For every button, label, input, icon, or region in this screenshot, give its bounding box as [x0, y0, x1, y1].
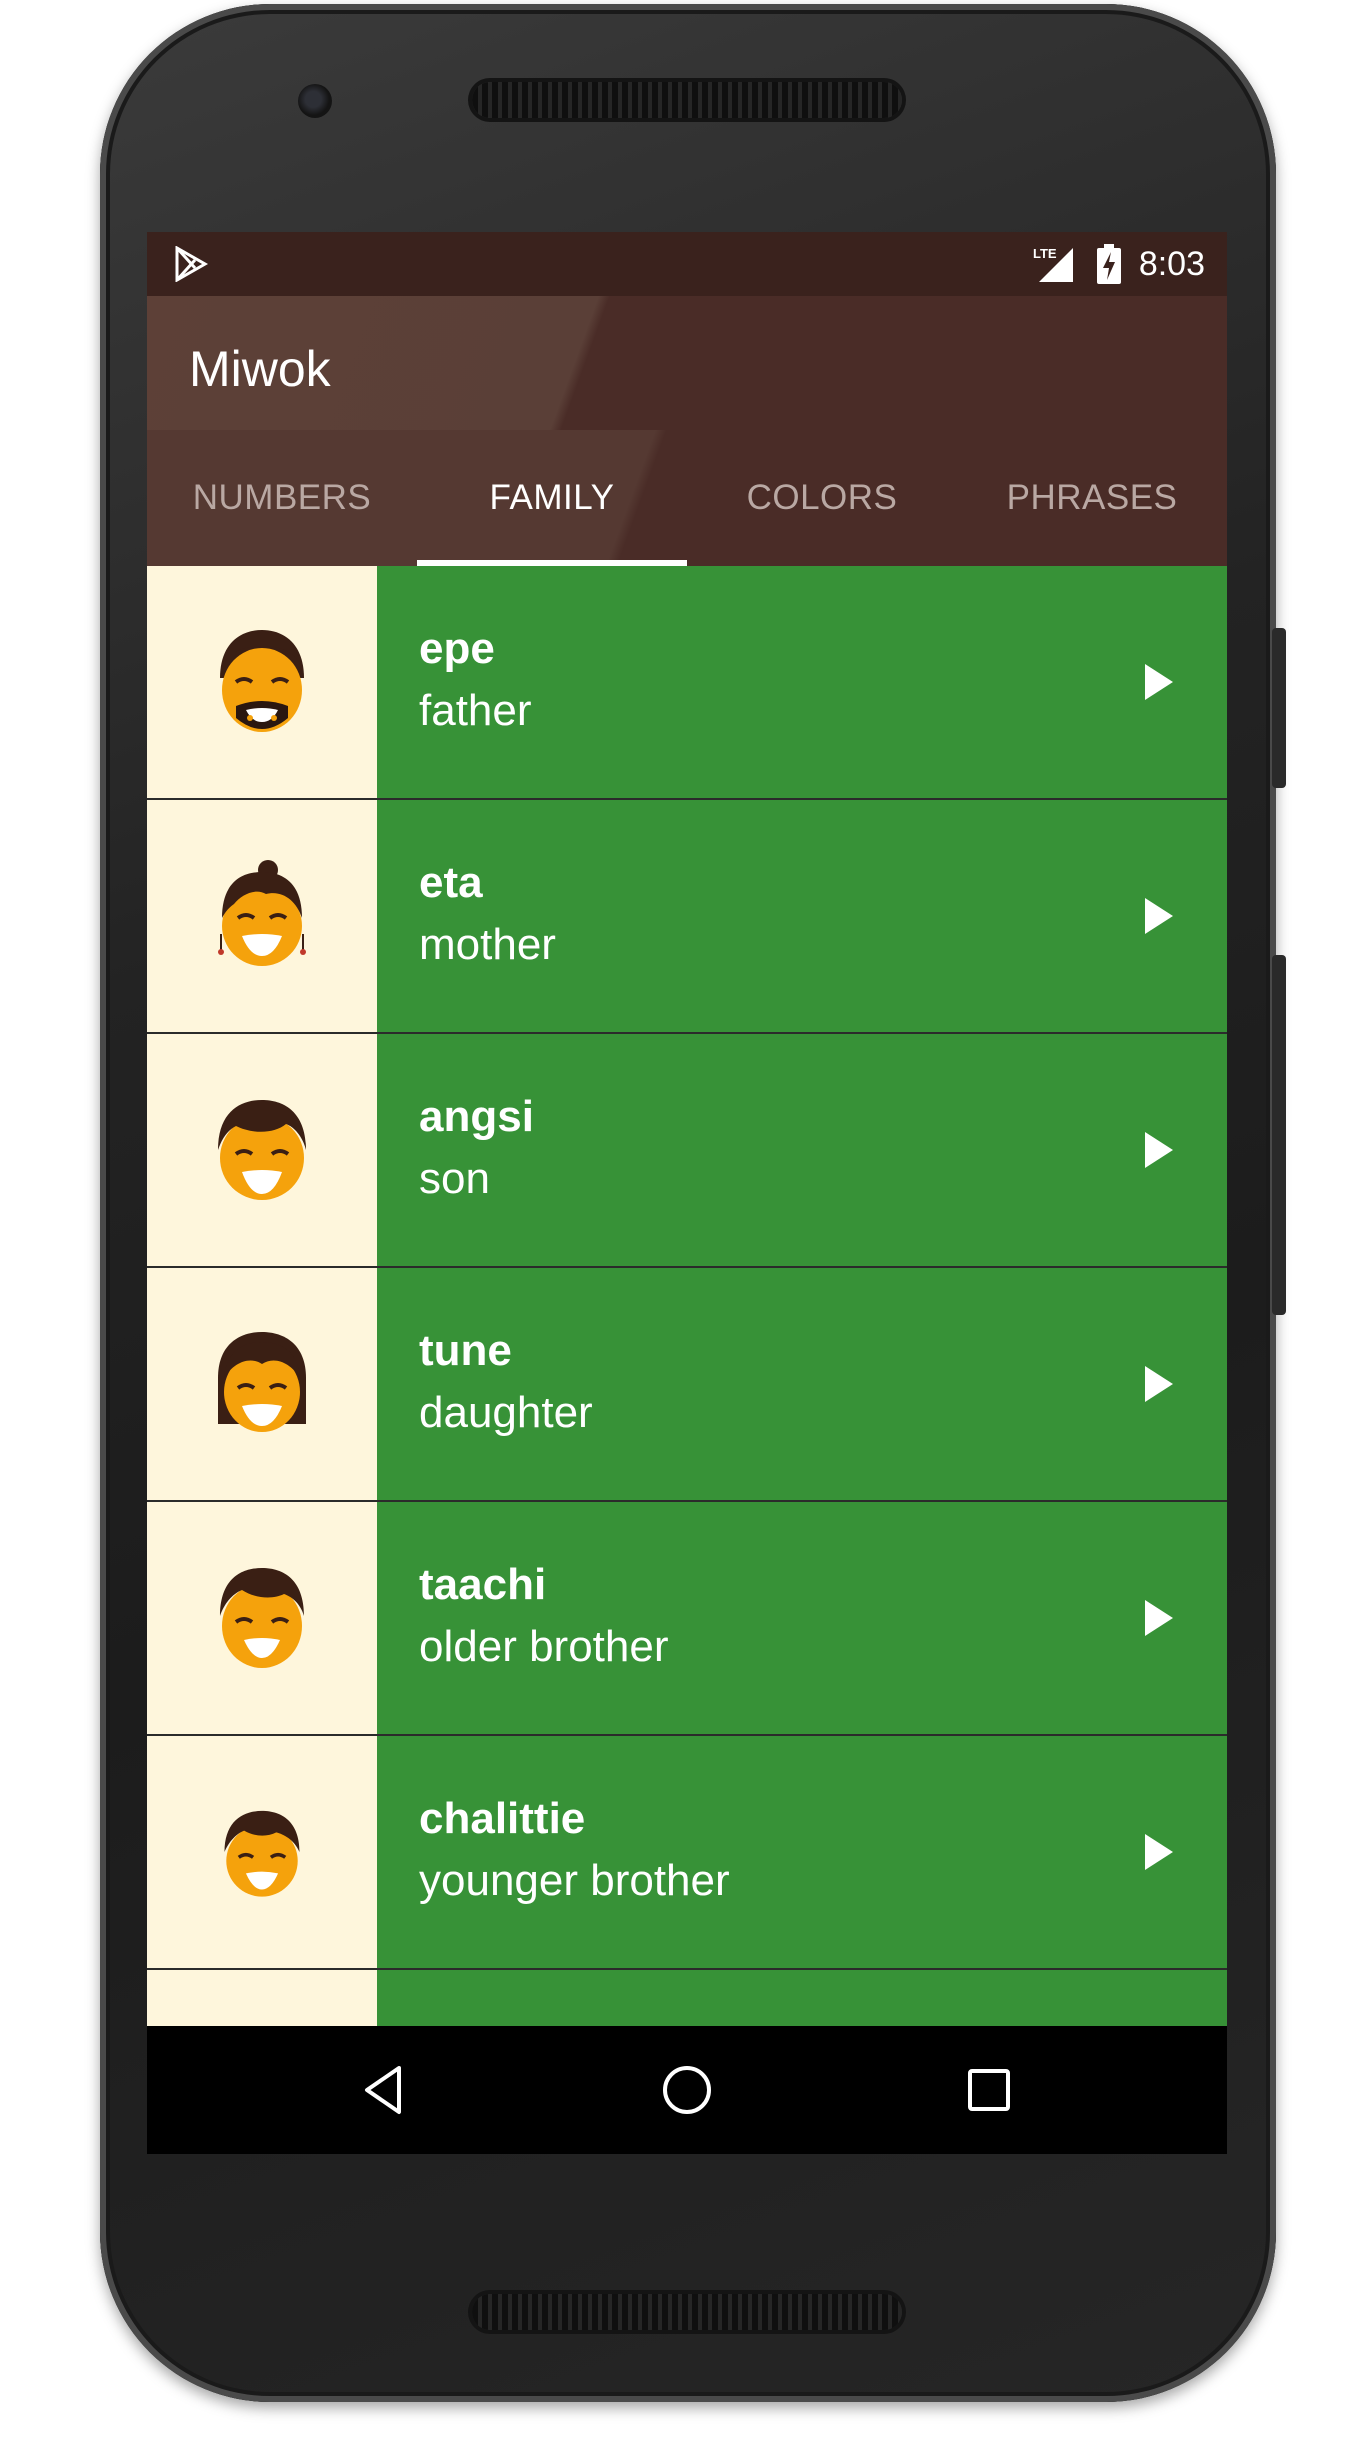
avatar-box: [147, 1268, 377, 1500]
tab-colors[interactable]: COLORS: [687, 430, 957, 566]
english-translation: older brother: [419, 1622, 669, 1671]
english-translation: daughter: [419, 1388, 593, 1437]
tab-numbers[interactable]: NUMBERS: [147, 430, 417, 566]
play-icon[interactable]: [1143, 662, 1175, 702]
avatar-box: [147, 800, 377, 1032]
mother-face-icon: [218, 860, 306, 966]
play-icon[interactable]: [1143, 896, 1175, 936]
play-icon[interactable]: [1143, 1130, 1175, 1170]
word-text-box: angsi son: [377, 1034, 1227, 1266]
app-title: Miwok: [189, 341, 331, 397]
play-store-icon: [175, 246, 209, 282]
status-icons: LTE 8:03: [1033, 232, 1205, 296]
younger-brother-face-icon: [224, 1810, 300, 1897]
word-text-box: eta mother: [377, 800, 1227, 1032]
word-text-box: taachi older brother: [377, 1502, 1227, 1734]
network-label: LTE: [1033, 246, 1057, 261]
lte-signal-icon: LTE: [1033, 246, 1073, 282]
english-translation: mother: [419, 920, 556, 969]
screen: LTE 8:03 Miwok NUMBERS FAMILY COLORS PHR…: [147, 232, 1227, 2154]
tab-phrases[interactable]: PHRASES: [957, 430, 1227, 566]
miwok-word: taachi: [419, 1560, 547, 1609]
list-item[interactable]: eta mother: [147, 800, 1227, 1034]
miwok-word: eta: [419, 858, 483, 907]
son-face-icon: [218, 1100, 306, 1200]
tab-bar: NUMBERS FAMILY COLORS PHRASES: [147, 430, 1227, 566]
miwok-word: angsi: [419, 1092, 534, 1141]
top-speaker: [472, 82, 902, 118]
power-button: [1272, 628, 1286, 788]
recents-icon[interactable]: [957, 2058, 1021, 2122]
list-item[interactable]: tune daughter: [147, 1268, 1227, 1502]
front-camera: [298, 84, 332, 118]
family-word-list: epe father eta mother angsi son tune dau…: [147, 566, 1227, 2154]
app-bar: Miwok: [147, 296, 1227, 430]
list-item[interactable]: epe father: [147, 566, 1227, 800]
word-text-box: chalittie younger brother: [377, 1736, 1227, 1968]
play-icon[interactable]: [1143, 1598, 1175, 1638]
status-bar: LTE 8:03: [147, 232, 1227, 296]
avatar-box: [147, 1502, 377, 1734]
miwok-word: chalittie: [419, 1794, 586, 1843]
avatar-box: [147, 1034, 377, 1266]
list-item[interactable]: chalittie younger brother: [147, 1736, 1227, 1970]
english-translation: father: [419, 686, 532, 735]
word-text-box: epe father: [377, 566, 1227, 798]
home-icon[interactable]: [655, 2058, 719, 2122]
navigation-bar: [147, 2026, 1227, 2154]
avatar-box: [147, 566, 377, 798]
list-item[interactable]: angsi son: [147, 1034, 1227, 1268]
bottom-speaker: [472, 2294, 902, 2330]
status-time: 8:03: [1138, 244, 1205, 283]
play-icon[interactable]: [1143, 1364, 1175, 1404]
list-item[interactable]: taachi older brother: [147, 1502, 1227, 1736]
father-face-icon: [220, 630, 304, 732]
miwok-word: epe: [419, 624, 495, 673]
avatar-box: [147, 1736, 377, 1968]
play-icon[interactable]: [1143, 1832, 1175, 1872]
miwok-word: tune: [419, 1326, 512, 1375]
volume-button: [1272, 955, 1286, 1315]
english-translation: son: [419, 1154, 490, 1203]
tab-family[interactable]: FAMILY: [417, 430, 687, 566]
word-text-box: tune daughter: [377, 1268, 1227, 1500]
older-brother-face-icon: [220, 1568, 304, 1668]
back-icon[interactable]: [353, 2058, 417, 2122]
daughter-face-icon: [218, 1332, 306, 1432]
battery-charging-icon: [1096, 244, 1121, 284]
english-translation: younger brother: [419, 1856, 730, 1905]
